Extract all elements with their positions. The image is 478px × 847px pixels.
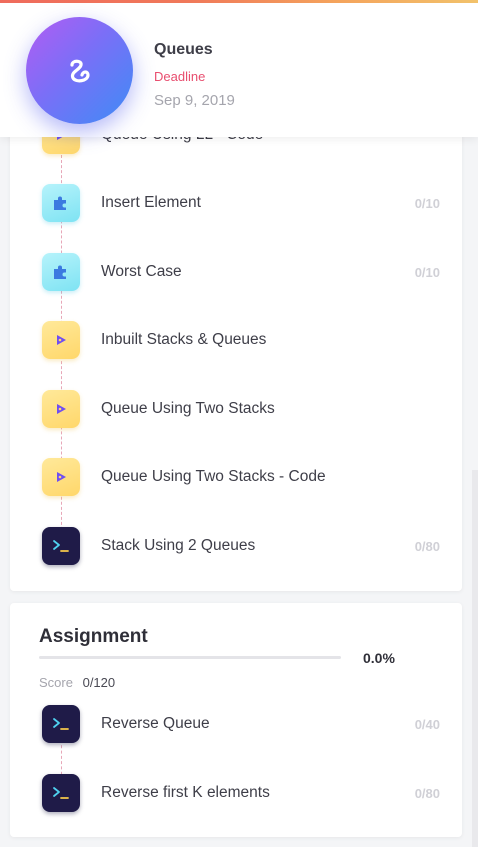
- assignment-progress-percent: 0.0%: [363, 650, 395, 666]
- lesson-item-queue-two-stacks-code[interactable]: Queue Using Two Stacks - Code: [42, 458, 440, 496]
- terminal-icon: [53, 787, 69, 799]
- module-title: Queues: [154, 41, 213, 58]
- lesson-item-stack-two-queues[interactable]: Stack Using 2 Queues 0/80: [42, 527, 440, 565]
- play-icon: [57, 335, 66, 345]
- assignment-score-row: Score 0/120: [39, 675, 115, 690]
- lesson-item-queue-two-stacks[interactable]: Queue Using Two Stacks: [42, 390, 440, 428]
- lesson-score: 0/80: [414, 538, 440, 554]
- assignment-item-label: Reverse Queue: [101, 715, 210, 732]
- assignment-item-reverse-first-k[interactable]: Reverse first K elements 0/80: [42, 774, 440, 812]
- deadline-label: Deadline: [154, 69, 206, 84]
- top-accent-stripe: [0, 0, 478, 3]
- video-lesson-badge: [42, 458, 80, 496]
- video-lesson-badge: [42, 321, 80, 359]
- lesson-label: Inbuilt Stacks & Queues: [101, 331, 267, 348]
- lesson-item-worst-case[interactable]: Worst Case 0/10: [42, 253, 440, 291]
- deadline-date: Sep 9, 2019: [154, 92, 235, 109]
- lesson-item-inbuilt-stacks-queues[interactable]: Inbuilt Stacks & Queues: [42, 321, 440, 359]
- practice-badge: [42, 253, 80, 291]
- assignment-progress-bar: [39, 656, 341, 659]
- practice-badge: [42, 184, 80, 222]
- lesson-label: Insert Element: [101, 194, 201, 211]
- lesson-score: 0/10: [414, 264, 440, 280]
- module-header: Queues Deadline Sep 9, 2019: [0, 3, 478, 137]
- assignment-title: Assignment: [39, 626, 148, 647]
- module-logo: [26, 17, 133, 124]
- puzzle-icon: [54, 265, 66, 279]
- lesson-item-insert-element[interactable]: Insert Element 0/10: [42, 184, 440, 222]
- assignment-item-reverse-queue[interactable]: Reverse Queue 0/40: [42, 705, 440, 743]
- assignment-item-score: 0/80: [414, 785, 440, 801]
- lesson-label: Stack Using 2 Queues: [101, 537, 256, 554]
- lesson-label: Queue Using Two Stacks - Code: [101, 468, 326, 485]
- terminal-icon: [53, 718, 69, 730]
- video-lesson-badge: [42, 390, 80, 428]
- play-icon: [57, 472, 66, 482]
- squiggle-logo-icon: [69, 59, 90, 82]
- score-label: Score: [39, 675, 73, 690]
- assignment-item-score: 0/40: [414, 716, 440, 732]
- code-problem-badge: [42, 774, 80, 812]
- score-value: 0/120: [82, 675, 116, 690]
- play-icon: [57, 404, 66, 414]
- code-problem-badge: [42, 527, 80, 565]
- page-scrollbar[interactable]: [472, 470, 478, 847]
- lesson-label: Queue Using Two Stacks: [101, 400, 275, 417]
- lesson-label: Worst Case: [101, 263, 182, 280]
- code-problem-badge: [42, 705, 80, 743]
- lesson-score: 0/10: [414, 195, 440, 211]
- terminal-icon: [53, 540, 69, 552]
- puzzle-icon: [54, 196, 66, 210]
- assignment-item-label: Reverse first K elements: [101, 784, 270, 801]
